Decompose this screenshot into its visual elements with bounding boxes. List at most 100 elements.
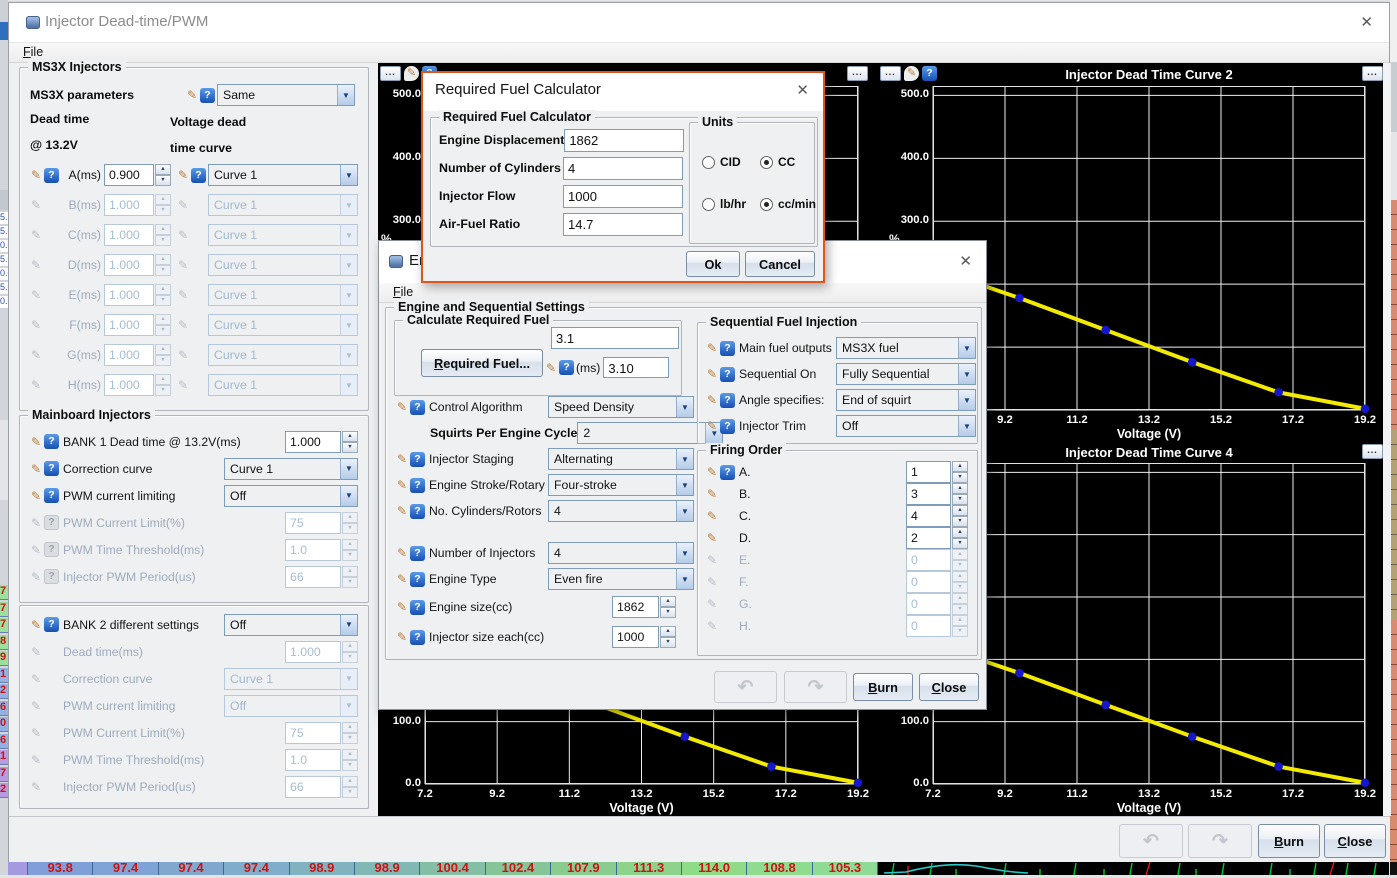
curve-dropdown[interactable]: Curve 1▼	[208, 164, 358, 186]
help-icon[interactable]: ?	[44, 461, 59, 476]
setting-dropdown[interactable]: Even fire▼	[548, 568, 694, 590]
table-cell[interactable]: 108.8	[747, 862, 812, 875]
dead-time-plot[interactable]	[933, 86, 1365, 410]
help-icon[interactable]: ?	[44, 488, 59, 503]
ms-value-field[interactable]: 3.10	[603, 357, 669, 378]
spinner-up-button[interactable]: ▲	[952, 527, 968, 538]
close-icon[interactable]: ✕	[796, 81, 809, 99]
curve-point[interactable]	[1188, 732, 1197, 741]
help-icon[interactable]: ?	[410, 452, 425, 467]
sequential-dropdown[interactable]: Off▼	[836, 415, 976, 437]
sequential-dropdown[interactable]: End of squirt▼	[836, 389, 976, 411]
param-dropdown[interactable]: Off▼	[224, 485, 358, 507]
table-cell[interactable]: 102.4	[486, 862, 551, 875]
curve-point[interactable]	[1015, 294, 1024, 303]
help-icon[interactable]: ?	[720, 419, 735, 434]
help-icon[interactable]: ?	[200, 88, 215, 103]
help-icon[interactable]: ?	[720, 465, 735, 480]
expand-dots-button[interactable]: ...	[880, 66, 901, 81]
spinner-down-button[interactable]: ▼	[952, 538, 968, 549]
table-cell[interactable]: 107.9	[551, 862, 616, 875]
setting-spinner[interactable]: 1862▲▼	[612, 596, 676, 618]
close-icon[interactable]: ✕	[1360, 13, 1373, 31]
curve-point[interactable]	[1188, 358, 1197, 367]
table-cell[interactable]: 114.0	[682, 862, 747, 875]
firing-spinner[interactable]: 1▲▼	[906, 461, 968, 483]
spinner-up-button[interactable]: ▲	[342, 431, 358, 442]
table-cell[interactable]: 105.3	[813, 862, 878, 875]
firing-spinner[interactable]: 2▲▼	[906, 527, 968, 549]
firing-spinner[interactable]: 4▲▼	[906, 505, 968, 527]
cancel-button[interactable]: Cancel	[745, 251, 815, 277]
curve-point[interactable]	[1015, 669, 1024, 678]
spinner-down-button[interactable]: ▼	[660, 637, 676, 648]
curve-point[interactable]	[1274, 388, 1283, 397]
spinner-up-button[interactable]: ▲	[952, 505, 968, 516]
spinner-down-button[interactable]: ▼	[952, 472, 968, 483]
field-input[interactable]: 14.7	[563, 213, 683, 236]
field-input[interactable]: 1000	[563, 185, 683, 208]
expand-dots-button[interactable]: ...	[1362, 66, 1383, 81]
spinner-down-button[interactable]: ▼	[660, 607, 676, 618]
help-icon[interactable]: ?	[410, 600, 425, 615]
spinner-up-button[interactable]: ▲	[952, 461, 968, 472]
sequential-dropdown[interactable]: Fully Sequential▼	[836, 363, 976, 385]
table-cell[interactable]: 100.4	[420, 862, 485, 875]
spinner-up-button[interactable]: ▲	[155, 164, 171, 175]
curve-point[interactable]	[1274, 762, 1283, 771]
setting-spinner[interactable]: 1000▲▼	[612, 626, 676, 648]
expand-dots-button[interactable]: ...	[1362, 444, 1383, 459]
setting-dropdown[interactable]: Alternating▼	[548, 448, 694, 470]
help-icon[interactable]: ?	[44, 617, 59, 632]
required-fuel-value-field[interactable]: 3.1	[551, 327, 679, 349]
help-icon[interactable]: ?	[410, 546, 425, 561]
spinner-up-button[interactable]: ▲	[660, 596, 676, 607]
help-icon[interactable]: ?	[410, 630, 425, 645]
setting-dropdown[interactable]: Speed Density▼	[548, 396, 694, 418]
radio-option[interactable]: cc/min	[760, 197, 816, 211]
burn-button[interactable]: Burn	[853, 673, 913, 701]
help-icon[interactable]: ?	[191, 168, 206, 183]
curve-point[interactable]	[1361, 404, 1370, 413]
menu-file[interactable]: File	[23, 45, 43, 59]
close-button[interactable]: Close	[919, 673, 979, 701]
menu-file[interactable]: File	[393, 285, 413, 299]
radio-button[interactable]	[702, 156, 715, 169]
curve-point[interactable]	[1102, 326, 1111, 335]
firing-spinner[interactable]: 3▲▼	[906, 483, 968, 505]
spinner-up-button[interactable]: ▲	[952, 483, 968, 494]
spinner-up-button[interactable]: ▲	[660, 626, 676, 637]
spinner-down-button[interactable]: ▼	[952, 494, 968, 505]
help-icon[interactable]: ?	[410, 478, 425, 493]
help-icon[interactable]: ?	[44, 168, 59, 183]
setting-dropdown[interactable]: 4▼	[548, 500, 694, 522]
curve-point[interactable]	[1102, 701, 1111, 710]
burn-button[interactable]: Burn	[1258, 824, 1320, 858]
help-icon[interactable]: ?	[410, 400, 425, 415]
field-input[interactable]: 4	[563, 157, 683, 180]
radio-option[interactable]: CC	[760, 155, 795, 169]
close-button[interactable]: Close	[1324, 824, 1386, 858]
spinner-down-button[interactable]: ▼	[342, 442, 358, 453]
curve-point[interactable]	[681, 732, 690, 741]
setting-dropdown[interactable]: 4▼	[548, 542, 694, 564]
spinner-down-button[interactable]: ▼	[952, 516, 968, 527]
radio-button[interactable]	[702, 198, 715, 211]
sequential-dropdown[interactable]: MS3X fuel▼	[836, 337, 976, 359]
table-cell[interactable]: 97.4	[224, 862, 289, 875]
spinner-down-button[interactable]: ▼	[155, 175, 171, 186]
setting-dropdown[interactable]: Four-stroke▼	[548, 474, 694, 496]
expand-dots-button[interactable]: ...	[380, 66, 401, 81]
curve-point[interactable]	[1361, 778, 1370, 787]
param-spinner[interactable]: 1.000▲▼	[285, 431, 358, 453]
table-cell[interactable]: 98.9	[290, 862, 355, 875]
dead-time-plot[interactable]	[933, 463, 1365, 784]
help-icon[interactable]: ?	[410, 572, 425, 587]
table-cell[interactable]: 111.3	[617, 862, 682, 875]
curve-point[interactable]	[767, 762, 776, 771]
deadtime-spinner[interactable]: 0.900▲▼	[104, 164, 171, 186]
close-icon[interactable]: ✕	[959, 252, 972, 270]
field-input[interactable]: 1862	[564, 129, 684, 152]
help-icon[interactable]: ?	[559, 360, 574, 375]
expand-dots-button[interactable]: ...	[847, 66, 868, 81]
